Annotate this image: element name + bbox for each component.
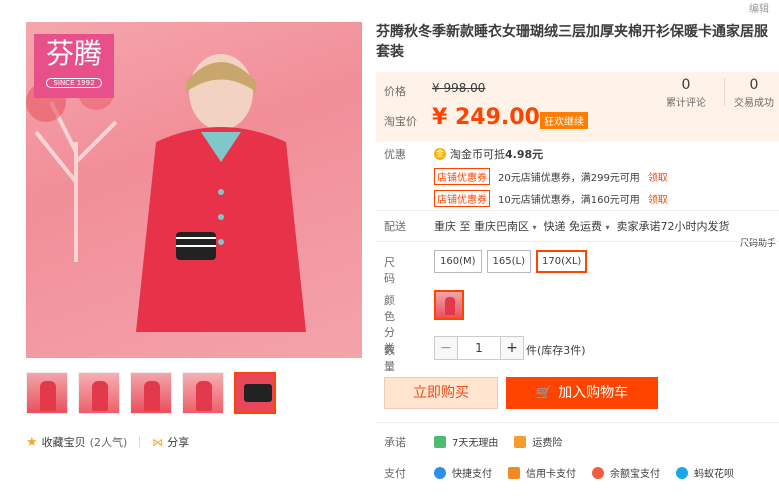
promo-label: 优惠 <box>384 148 406 161</box>
payment-item[interactable]: 蚂蚁花呗 <box>676 465 734 480</box>
share-button[interactable]: 分享 <box>167 434 189 450</box>
claim-coupon-button[interactable]: 领取 <box>648 191 668 206</box>
star-icon[interactable]: ★ <box>26 435 38 450</box>
buy-now-button[interactable]: 立即购买 <box>384 377 498 409</box>
payment-item[interactable]: 快捷支付 <box>434 465 492 480</box>
favorite-button[interactable]: 收藏宝贝 <box>42 434 86 450</box>
divider <box>376 241 779 242</box>
coupon-row: 店铺优惠券 20元店铺优惠券，满299元可用 领取 <box>434 168 668 185</box>
decrease-button[interactable]: − <box>434 336 458 360</box>
original-price: ¥ 998.00 <box>432 81 486 95</box>
promise-item[interactable]: 运费险 <box>514 434 562 449</box>
share-icon[interactable]: ⋈ <box>152 436 163 449</box>
thumbnail-3[interactable] <box>130 372 172 414</box>
coin-icon: 金 <box>434 148 446 160</box>
quantity-stepper: − 1 + <box>434 336 524 360</box>
thumbnail-2[interactable] <box>78 372 120 414</box>
current-price-label: 淘宝价 <box>384 115 417 128</box>
ship-from: 重庆 至 <box>434 220 471 233</box>
ship-to-select[interactable]: 重庆巴南区 ▾ <box>474 220 537 233</box>
brand-logo: 芬腾 SINCE 1992 <box>34 34 114 98</box>
promotion-section: 优惠 金 淘金币可抵 4.98元 店铺优惠券 20元店铺优惠券，满299元可用 领… <box>376 142 779 208</box>
quantity-label: 数量 <box>384 344 395 373</box>
chevron-down-icon: ▾ <box>532 223 537 232</box>
yuebao-icon <box>592 466 604 479</box>
product-title: 芬腾秋冬季新款睡衣女珊瑚绒三层加厚夹棉开衫保暖卡通家居服套装 <box>376 24 768 60</box>
favorite-count: (2人气) <box>89 436 128 449</box>
quantity-input[interactable]: 1 <box>458 336 500 360</box>
size-option-l[interactable]: 165(L) <box>486 250 531 273</box>
payment-label: 支付 <box>384 467 406 480</box>
edit-link[interactable]: 编辑 <box>749 0 769 15</box>
shipping-insurance-icon <box>514 435 527 448</box>
increase-button[interactable]: + <box>500 336 524 360</box>
chevron-down-icon: ▾ <box>605 223 610 232</box>
coupon-row: 店铺优惠券 10元店铺优惠券，满160元可用 领取 <box>434 190 668 207</box>
review-stat[interactable]: 0 累计评论 <box>666 76 706 109</box>
credit-card-icon <box>508 466 520 479</box>
add-to-cart-button[interactable]: 🛒 加入购物车 <box>506 377 658 409</box>
ship-promise: 卖家承诺72小时内发货 <box>616 220 730 233</box>
stock-text: 件(库存3件) <box>526 344 586 357</box>
thumbnail-5[interactable] <box>234 372 276 414</box>
current-price: ¥ 249.00 <box>432 105 540 130</box>
quick-pay-icon <box>434 466 446 479</box>
divider <box>376 210 779 211</box>
payment-item[interactable]: 余额宝支付 <box>592 465 660 480</box>
thumbnail-4[interactable] <box>182 372 224 414</box>
size-label: 尺码 <box>384 256 395 285</box>
original-price-label: 价格 <box>384 85 406 98</box>
size-option-m[interactable]: 160(M) <box>434 250 482 273</box>
shipping-label: 配送 <box>384 220 406 233</box>
cart-icon: 🛒 <box>535 386 553 401</box>
taobao-coin-row: 金 淘金币可抵 4.98元 <box>434 148 544 161</box>
size-option-xl[interactable]: 170(XL) <box>536 250 588 273</box>
divider <box>139 436 141 448</box>
huabei-icon <box>676 466 688 479</box>
favorite-share-bar: ★ 收藏宝贝 (2人气) ⋈ 分享 <box>26 434 189 450</box>
thumbnail-1[interactable] <box>26 372 68 414</box>
thumbnail-strip <box>26 372 276 414</box>
main-product-image[interactable]: 芬腾 SINCE 1992 <box>26 22 362 358</box>
ship-method-select[interactable]: 快递 免运费 ▾ <box>544 220 610 233</box>
promise-item[interactable]: 7天无理由 <box>434 434 498 449</box>
size-helper-link[interactable]: 尺码助手 <box>740 236 776 249</box>
claim-coupon-button[interactable]: 领取 <box>648 169 668 184</box>
divider <box>376 422 779 423</box>
promo-badge: 狂欢继续 <box>540 112 588 129</box>
promise-label: 承诺 <box>384 436 406 449</box>
coupon-tag: 店铺优惠券 <box>434 190 490 207</box>
price-panel: 价格 ¥ 998.00 淘宝价 ¥ 249.00 狂欢继续 0 累计评论 0 交… <box>376 72 779 142</box>
seven-day-icon <box>434 435 446 448</box>
divider <box>724 78 725 106</box>
color-option[interactable] <box>434 290 464 320</box>
model-figure <box>136 54 306 332</box>
sales-stat: 0 交易成功 <box>734 77 774 109</box>
coupon-tag: 店铺优惠券 <box>434 168 490 185</box>
payment-item[interactable]: 信用卡支付 <box>508 465 576 480</box>
